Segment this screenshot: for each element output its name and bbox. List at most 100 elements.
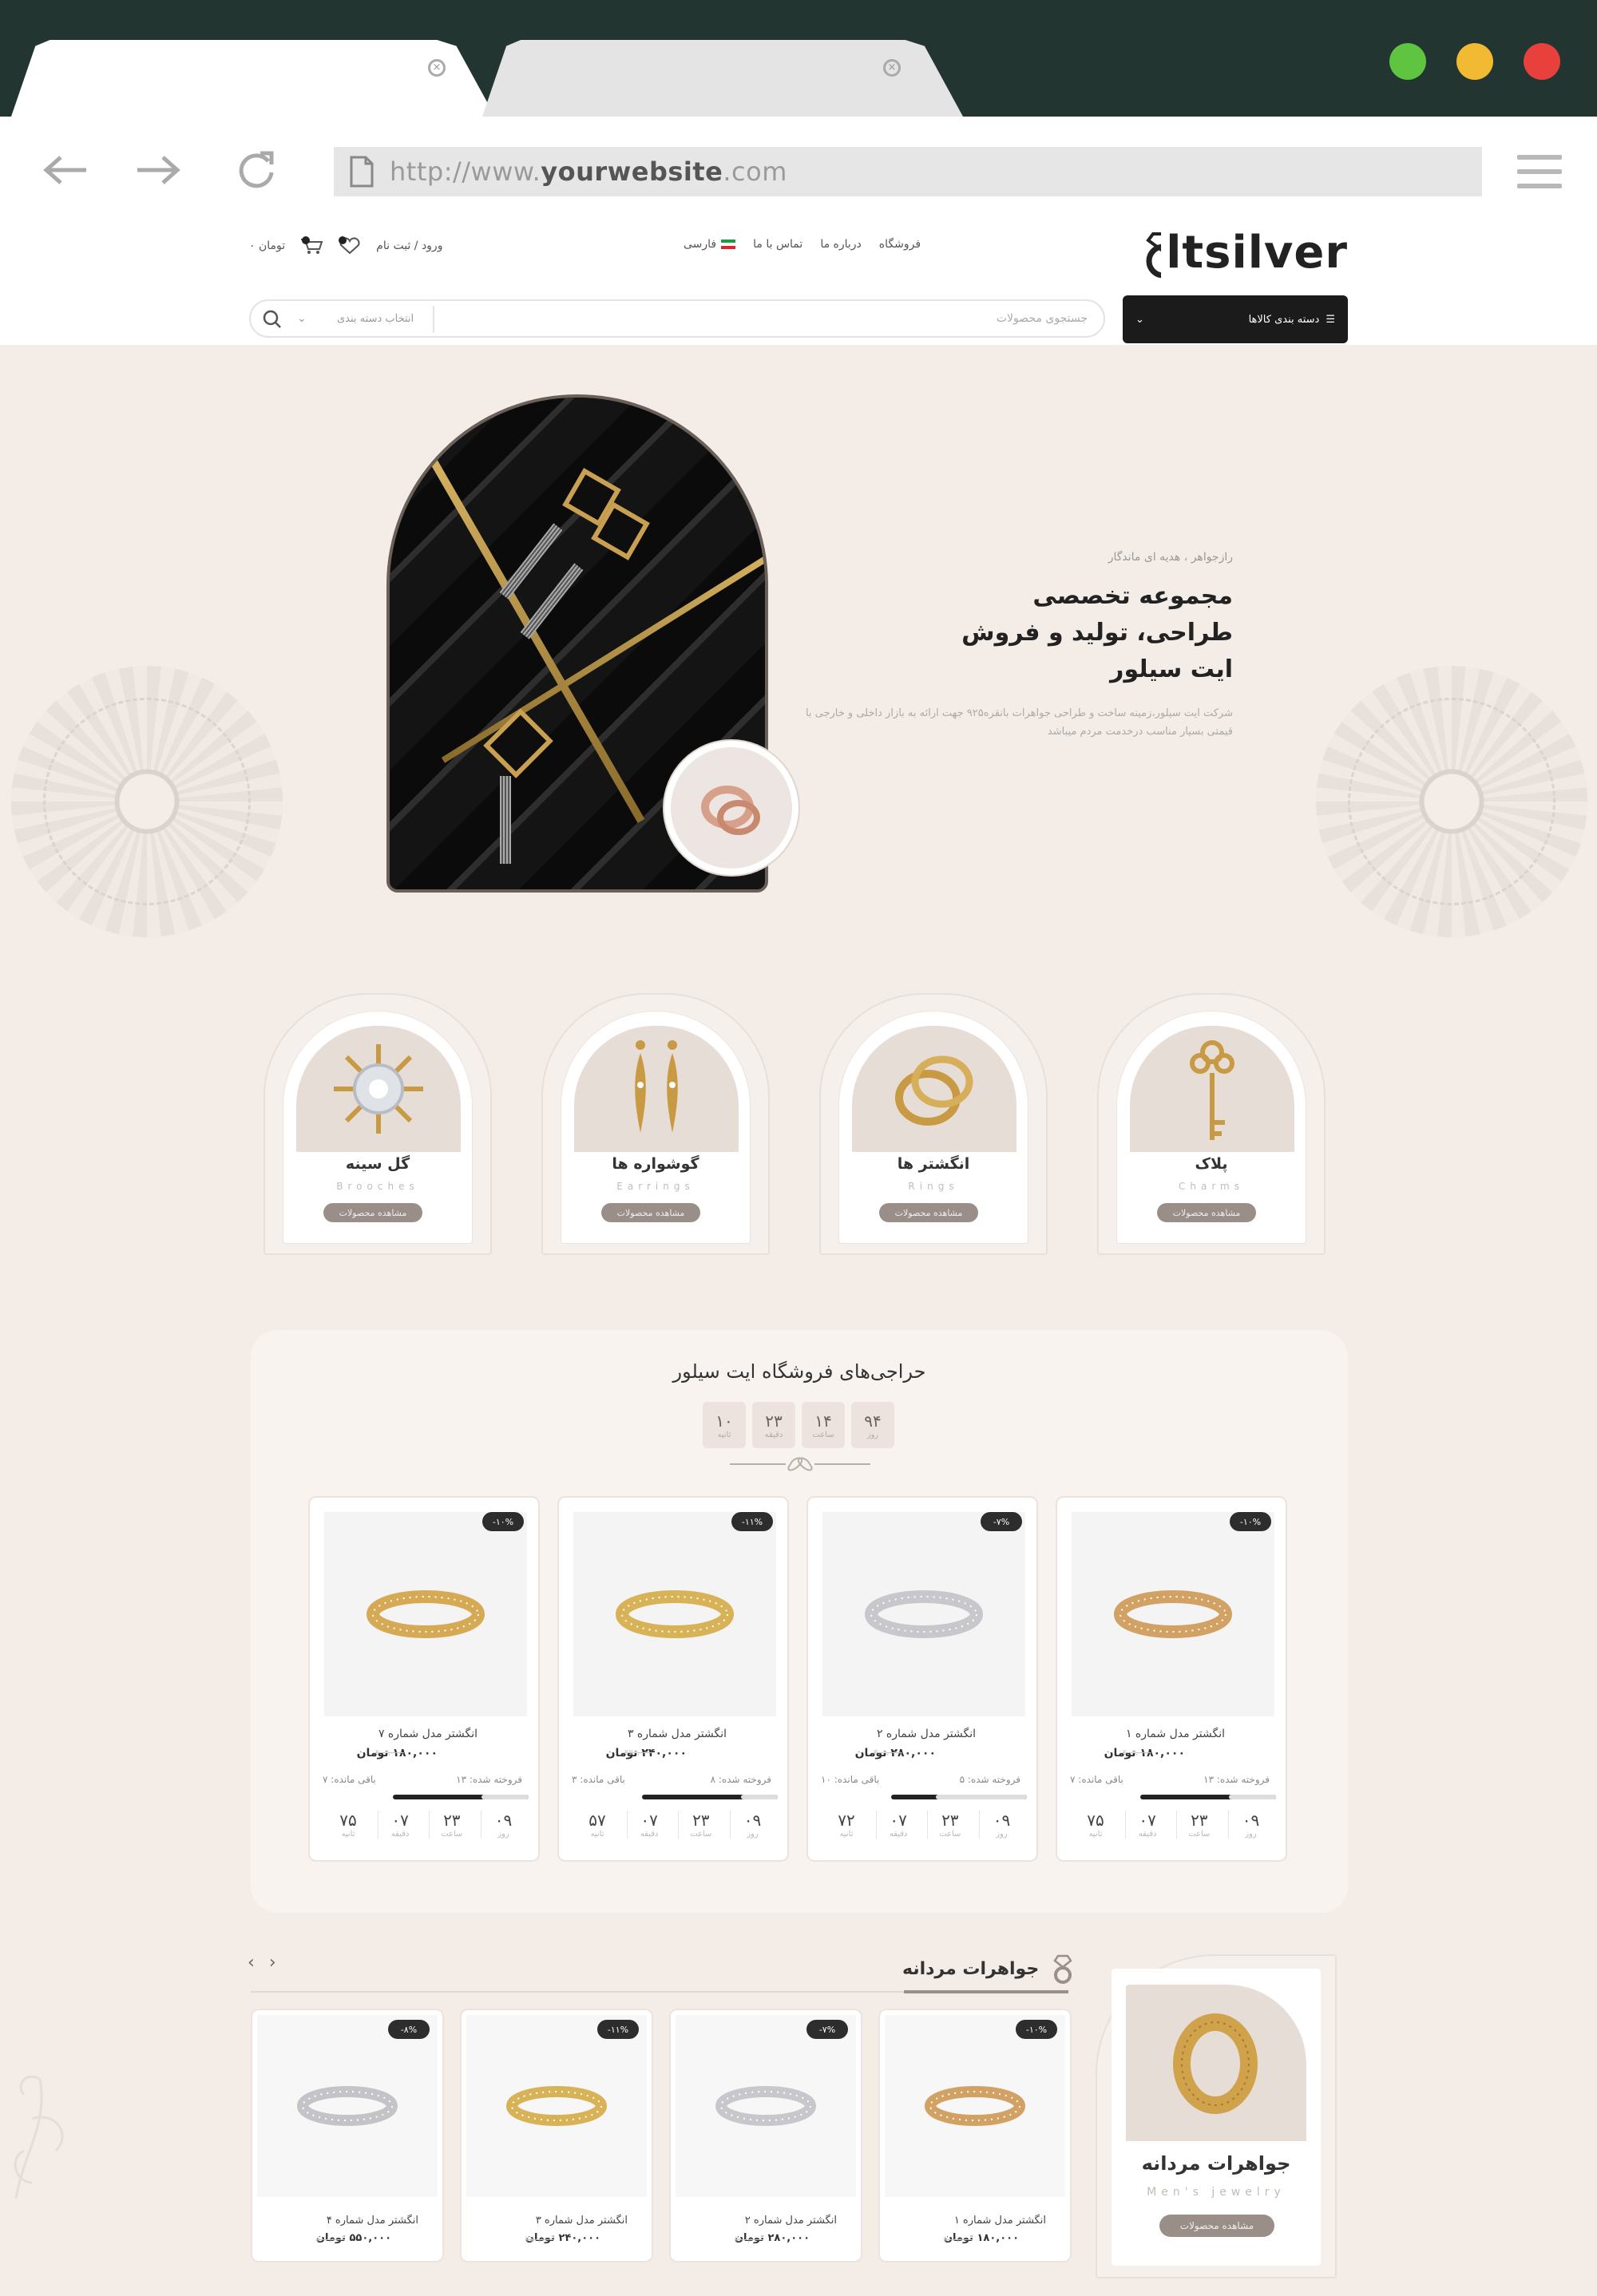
ring-product-icon [367, 1590, 485, 1638]
search-divider [433, 306, 434, 333]
minimize-window-button[interactable] [1456, 43, 1493, 80]
hero-title: مجموعه تخصصی طراحی، تولید و فروش ایت سیل… [961, 582, 1233, 683]
mens-product-card[interactable]: -۸% انگشتر مدل شماره ۴ ۵۵۰,۰۰۰ تومان ۶۰۰,۰۰… [251, 2009, 444, 2262]
ring-product-icon [715, 2086, 816, 2126]
product-image[interactable] [466, 2015, 647, 2197]
view-products-button[interactable]: مشاهده محصولات [601, 1203, 700, 1222]
ring-logo-icon [1146, 232, 1162, 279]
nav-shop[interactable]: فروشگاه [879, 238, 921, 251]
discount-badge: -۱۱% [731, 1512, 773, 1531]
chevron-left-icon[interactable]: ‹ [248, 1953, 255, 1973]
mandala-ornament [1316, 666, 1587, 937]
category-card-charms[interactable]: پلاک Charms مشاهده محصولات [1097, 993, 1326, 1255]
nav-contact[interactable]: تماس با ما [753, 238, 802, 251]
category-select[interactable]: انتخاب دسته بندی [337, 313, 414, 325]
product-image[interactable] [324, 1512, 527, 1716]
discount-badge: -۸% [388, 2020, 430, 2039]
hero-description: شرکت ایت سیلور،زمینه ساخت و طراحی جواهرا… [805, 707, 1233, 738]
category-card-brooches[interactable]: گل سینه Brooches مشاهده محصولات [264, 993, 492, 1255]
earrings-icon [635, 1040, 678, 1133]
category-card-rings[interactable]: انگشتر ها Rings مشاهده محصولات [819, 993, 1048, 1255]
view-products-button[interactable]: مشاهده محصولات [323, 1203, 422, 1222]
browser-window: × × http://www.yourwebsite.com ltsilver … [0, 0, 1597, 2296]
product-name[interactable]: انگشتر مدل شماره ۱ [1126, 1728, 1225, 1740]
remaining-count: باقی مانده: ۱۰ [821, 1774, 880, 1785]
product-image[interactable] [676, 2015, 856, 2197]
cart-total[interactable]: ۰ تومان [249, 239, 285, 252]
address-bar[interactable]: http://www.yourwebsite.com [334, 147, 1482, 196]
product-countdown: ۷۵ ثانیه ۰۷ دقیقه ۲۳ ساعت ۰۹ روز [326, 1811, 525, 1839]
discount-badge: -۷% [981, 1512, 1022, 1531]
ring-product-icon [925, 2086, 1025, 2126]
product-image[interactable] [257, 2015, 438, 2197]
discount-badge: -۱۰% [1016, 2020, 1057, 2039]
product-name[interactable]: انگشتر مدل شماره ۳ [536, 2215, 628, 2227]
browser-tab-inactive[interactable]: × [482, 40, 963, 117]
mens-product-card[interactable]: -۱۰% انگشتر مدل شماره ۱ ۱۸۰,۰۰۰ تومان ۲۰۰,۰… [878, 2009, 1072, 2262]
forward-arrow-icon[interactable] [134, 150, 184, 190]
remaining-count: باقی مانده: ۳ [572, 1774, 625, 1785]
mens-product-card[interactable]: -۱۱% انگشتر مدل شماره ۳ ۲۴۰,۰۰۰ تومان ۲۷۰,۰… [460, 2009, 653, 2262]
sold-count: فروخته شده: ۱۳ [1203, 1774, 1270, 1785]
discount-badge: -۷% [806, 2020, 848, 2039]
sold-progress-bar [891, 1795, 1027, 1799]
view-products-button[interactable]: مشاهده محصولات [879, 1203, 978, 1222]
close-tab-icon[interactable]: × [428, 59, 446, 77]
product-name[interactable]: انگشتر مدل شماره ۲ [877, 1728, 976, 1740]
product-image[interactable] [573, 1512, 776, 1716]
view-products-button[interactable]: مشاهده محصولات [1157, 1203, 1256, 1222]
product-image[interactable] [822, 1512, 1025, 1716]
ring-product-icon [506, 2086, 607, 2126]
language-switcher[interactable]: فارسی [684, 238, 736, 251]
mandala-ornament [11, 666, 283, 937]
sale-product-card[interactable]: -۱۰% انگشتر مدل شماره ۷ ۱۸۰,۰۰۰ تومان ۲۰۰,۰… [308, 1496, 540, 1862]
maximize-window-button[interactable] [1389, 43, 1426, 80]
close-tab-icon[interactable]: × [883, 59, 901, 77]
chevron-down-icon: ⌄ [1135, 313, 1144, 326]
nav-about[interactable]: درباره ما [820, 238, 861, 251]
search-icon[interactable] [262, 309, 283, 330]
search-input[interactable]: جستجوی محصولات [997, 312, 1088, 325]
chevron-down-icon[interactable]: ⌄ [297, 312, 307, 325]
sale-title: حراجی‌های فروشگاه ایت سیلور [672, 1360, 926, 1383]
main-nav: فروشگاه درباره ما تماس با ما فارسی [684, 238, 921, 251]
login-register-link[interactable]: ورود / ثبت نام [376, 239, 442, 252]
cart-icon[interactable] [299, 236, 323, 255]
sale-product-card[interactable]: -۱۱% انگشتر مدل شماره ۳ ۲۴۰,۰۰۰ تومان ۲۷۰,۰… [557, 1496, 789, 1862]
language-label: فارسی [684, 238, 717, 251]
sold-progress-fill [936, 1795, 1027, 1799]
sold-progress-bar [1140, 1795, 1276, 1799]
ring-icon [1053, 1954, 1072, 1984]
sale-product-card[interactable]: -۷% انگشتر مدل شماره ۲ ۲۸۰,۰۰۰ تومان ۳۰۰,۰۰… [806, 1496, 1038, 1862]
sold-progress-fill [481, 1795, 529, 1799]
product-name[interactable]: انگشتر مدل شماره ۷ [378, 1728, 478, 1740]
reload-icon[interactable] [232, 150, 281, 190]
product-name[interactable]: انگشتر مدل شماره ۴ [327, 2215, 418, 2227]
sale-countdown: ۱۰ ثانیه ۲۳ دقیقه ۱۴ ساعت ۹۴ روز [703, 1402, 894, 1448]
browser-menu-icon[interactable] [1517, 155, 1562, 188]
browser-tab-active[interactable]: × [11, 40, 495, 117]
product-name[interactable]: انگشتر مدل شماره ۲ [745, 2215, 837, 2227]
mens-product-card[interactable]: -۷% انگشتر مدل شماره ۲ ۲۸۰,۰۰۰ تومان ۳۰۰,۰۰… [669, 2009, 862, 2262]
sale-product-card[interactable]: -۱۰% انگشتر مدل شماره ۱ ۱۸۰,۰۰۰ تومان ۲۰۰,۰… [1056, 1496, 1287, 1862]
key-charm-icon [1190, 1040, 1234, 1140]
category-menu-button[interactable]: ⌄ ☰ دسته بندی کالاها [1123, 295, 1348, 343]
site-logo[interactable]: ltsilver [1140, 224, 1348, 281]
sold-count: فروخته شده: ۱۳ [456, 1774, 522, 1785]
category-card-earrings[interactable]: گوشواره ها Earrings مشاهده محصولات [541, 993, 770, 1255]
floral-ornament [14, 2076, 64, 2199]
back-arrow-icon[interactable] [40, 150, 89, 190]
product-countdown: ۷۲ ثانیه ۰۷ دقیقه ۲۳ ساعت ۰۹ روز [824, 1811, 1024, 1839]
hero-tagline: رازجواهر ، هدیه ای ماندگار [1108, 551, 1233, 564]
product-name[interactable]: انگشتر مدل شماره ۳ [628, 1728, 727, 1740]
view-products-button[interactable]: مشاهده محصولات [1159, 2215, 1274, 2237]
mens-category-card[interactable]: جواهرات مردانه Men's jewelry مشاهده محصو… [1096, 1954, 1337, 2278]
category-button-label: دسته بندی کالاها [1248, 313, 1320, 326]
product-name[interactable]: انگشتر مدل شماره ۱ [954, 2215, 1046, 2227]
product-image[interactable] [885, 2015, 1065, 2197]
close-window-button[interactable] [1524, 43, 1560, 80]
wishlist-heart-icon[interactable] [338, 236, 362, 255]
product-image[interactable] [1072, 1512, 1274, 1716]
ring-product-icon [865, 1590, 983, 1638]
chevron-right-icon[interactable]: › [269, 1953, 276, 1973]
